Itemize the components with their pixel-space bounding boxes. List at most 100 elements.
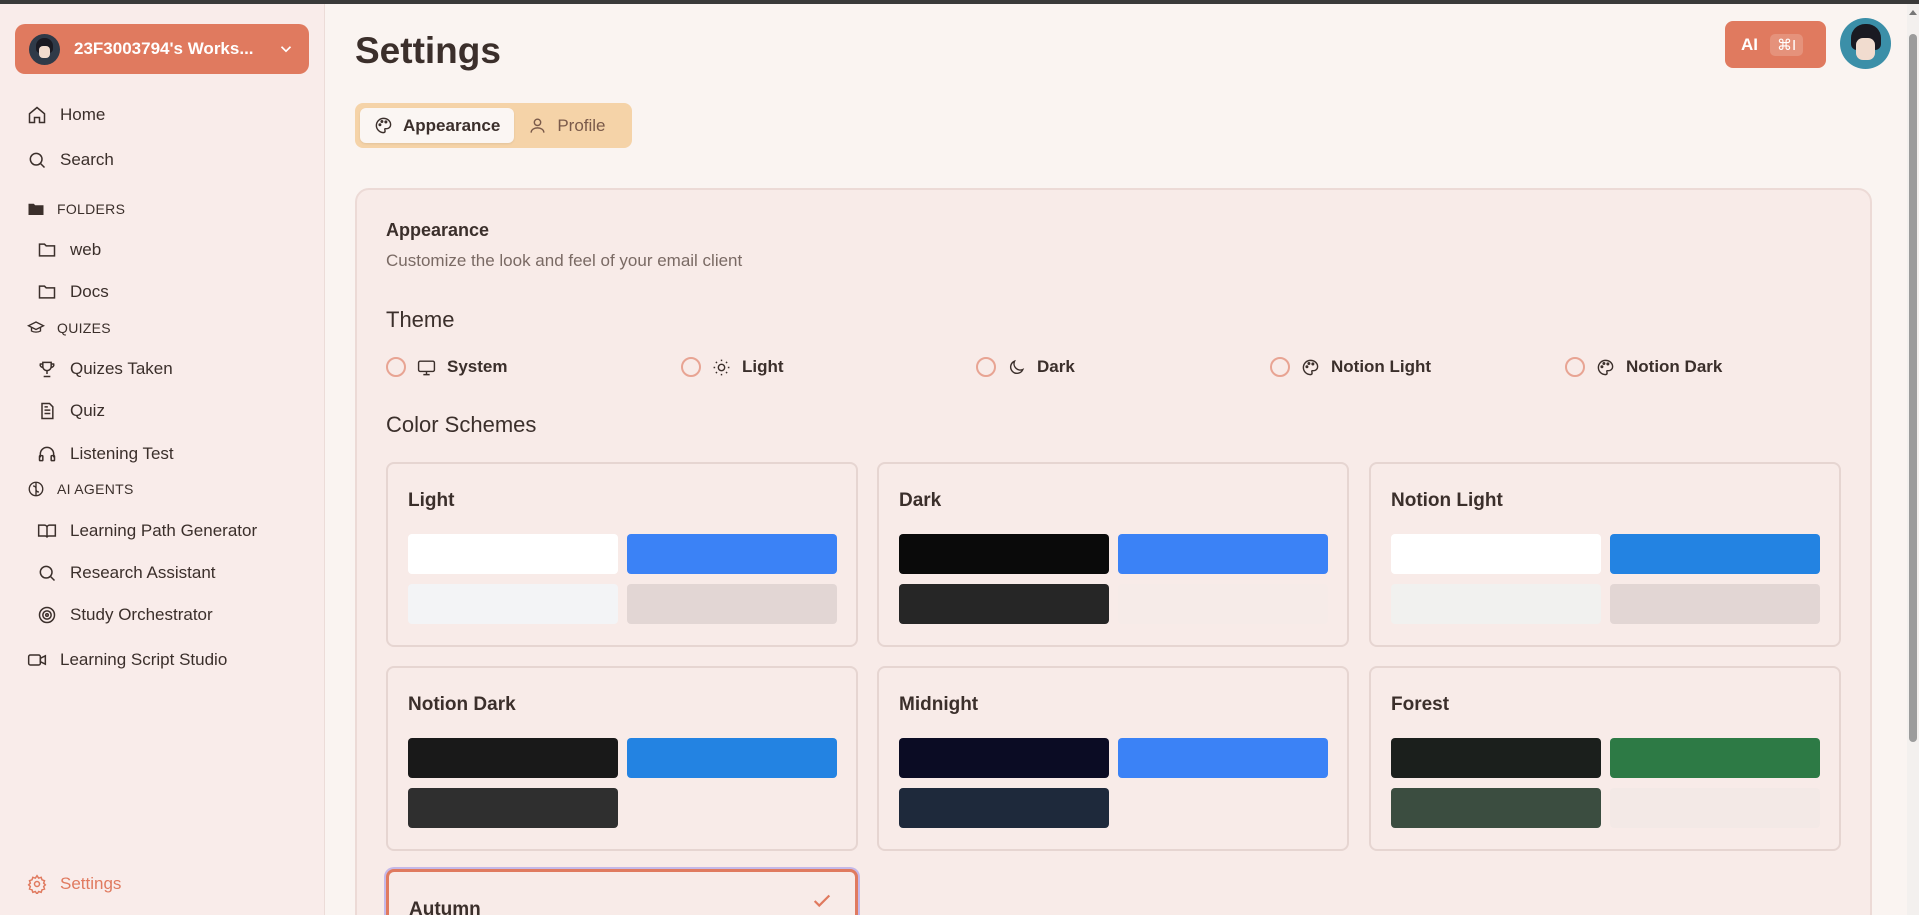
sidebar-item-settings[interactable]: Settings <box>27 874 121 894</box>
scrollbar[interactable] <box>1907 4 1919 915</box>
sidebar-item-label: Quiz <box>70 401 105 420</box>
sidebar-item-label: web <box>70 240 102 259</box>
target-icon <box>38 606 56 624</box>
sidebar-item-search[interactable]: Search <box>27 150 114 170</box>
settings-tabs: Appearance Profile <box>355 103 632 148</box>
color-swatch <box>1391 534 1601 574</box>
theme-option-notion-dark[interactable]: Notion Dark <box>1565 357 1722 377</box>
user-avatar[interactable] <box>1840 18 1891 69</box>
sidebar-item-listening-test[interactable]: Listening Test <box>37 444 174 464</box>
sidebar-item-study-orchestrator[interactable]: Study Orchestrator <box>37 605 213 625</box>
color-swatch <box>627 534 837 574</box>
palette-icon <box>1302 359 1319 375</box>
user-icon <box>530 118 545 133</box>
workspace-switcher[interactable]: 23F3003794's Works... <box>15 24 309 74</box>
color-swatch <box>899 738 1109 778</box>
theme-option-dark[interactable]: Dark <box>976 357 1075 377</box>
color-swatch <box>408 584 618 624</box>
workspace-name: 23F3003794's Works... <box>74 39 254 58</box>
color-swatch <box>1610 788 1820 828</box>
search-icon <box>29 152 46 169</box>
radio-button[interactable] <box>681 357 701 377</box>
sidebar-item-label: Docs <box>70 282 109 301</box>
color-swatch <box>1610 584 1820 624</box>
scheme-card-notion-light[interactable]: Notion Light <box>1369 462 1841 647</box>
sidebar-item-label: Settings <box>60 874 122 893</box>
scroll-up-arrow[interactable] <box>1909 10 1917 15</box>
sidebar-item-label: Listening Test <box>70 444 174 463</box>
sidebar-item-label: Quizes Taken <box>70 359 173 378</box>
folder-icon <box>38 243 56 257</box>
color-swatch <box>899 584 1109 624</box>
moon-icon <box>1010 359 1025 374</box>
folders-section-header: FOLDERS <box>27 200 125 218</box>
appearance-title: Appearance <box>386 220 490 240</box>
scheme-card-notion-dark[interactable]: Notion Dark <box>386 666 858 851</box>
color-swatch <box>627 584 837 624</box>
brain-icon <box>28 481 44 497</box>
headphones-icon <box>38 446 56 462</box>
tab-appearance[interactable]: Appearance <box>360 108 515 143</box>
sidebar-item-quizes-taken[interactable]: Quizes Taken <box>37 359 173 379</box>
sidebar-item-learning-path-generator[interactable]: Learning Path Generator <box>37 521 257 541</box>
search-icon <box>39 565 56 582</box>
palette-icon <box>375 117 392 134</box>
chevron-down-icon <box>280 46 292 53</box>
ai-assistant-button[interactable]: AI ⌘I <box>1725 21 1826 68</box>
color-swatch <box>1118 584 1328 624</box>
theme-option-light[interactable]: Light <box>681 357 784 377</box>
graduation-cap-icon <box>27 321 45 333</box>
color-schemes-heading: Color Schemes <box>386 412 537 437</box>
radio-button[interactable] <box>1270 357 1290 377</box>
radio-button[interactable] <box>976 357 996 377</box>
sidebar-item-label: Learning Script Studio <box>60 650 228 669</box>
radio-button[interactable] <box>1565 357 1585 377</box>
appearance-description: Customize the look and feel of your emai… <box>386 251 743 270</box>
sidebar: 23F3003794's Works... Home Search FOLDER… <box>0 4 325 915</box>
document-icon <box>41 402 54 420</box>
keyboard-shortcut-badge: ⌘I <box>1770 33 1804 56</box>
sidebar-item-research-assistant[interactable]: Research Assistant <box>37 563 216 583</box>
theme-option-system[interactable]: System <box>386 357 507 377</box>
sun-icon <box>713 359 730 375</box>
sidebar-item-learning-script-studio[interactable]: Learning Script Studio <box>27 650 227 670</box>
theme-option-notion-light[interactable]: Notion Light <box>1270 357 1431 377</box>
color-swatch <box>627 738 837 778</box>
gear-icon <box>27 874 47 894</box>
sidebar-item-label: Learning Path Generator <box>70 521 258 540</box>
trophy-icon <box>39 361 55 378</box>
scheme-card-dark[interactable]: Dark <box>877 462 1349 647</box>
palette-icon <box>1597 359 1614 375</box>
sidebar-item-folder-web[interactable]: web <box>37 240 101 260</box>
color-swatch <box>1391 788 1601 828</box>
radio-button[interactable] <box>386 357 406 377</box>
checkmark-icon <box>813 894 831 908</box>
tab-profile[interactable]: Profile <box>514 108 619 143</box>
monitor-icon <box>417 359 436 375</box>
sidebar-item-label: Study Orchestrator <box>70 605 213 624</box>
sidebar-item-home[interactable]: Home <box>27 105 105 125</box>
scheme-card-midnight[interactable]: Midnight <box>877 666 1349 851</box>
page-title: Settings <box>355 30 501 71</box>
video-camera-icon <box>27 654 47 666</box>
folder-icon <box>38 285 56 299</box>
scheme-card-light[interactable]: Light <box>386 462 858 647</box>
color-swatch <box>1610 534 1820 574</box>
color-swatch <box>1118 534 1328 574</box>
ai-button-label: AI <box>1741 34 1758 54</box>
scrollbar-thumb[interactable] <box>1909 34 1917 742</box>
color-swatch <box>408 738 618 778</box>
sidebar-item-label: Home <box>60 105 106 124</box>
sidebar-item-quiz[interactable]: Quiz <box>37 401 105 421</box>
scheme-card-autumn[interactable]: Autumn <box>386 869 858 915</box>
sidebar-item-folder-docs[interactable]: Docs <box>37 282 109 302</box>
color-swatch <box>1391 584 1601 624</box>
window-top-border <box>0 0 1919 4</box>
color-swatch <box>1118 738 1328 778</box>
home-icon <box>28 106 46 124</box>
ai-agents-section-header: AI AGENTS <box>27 480 134 498</box>
workspace-avatar <box>29 33 60 65</box>
folder-icon <box>28 203 44 215</box>
scheme-card-forest[interactable]: Forest <box>1369 666 1841 851</box>
sidebar-item-label: Research Assistant <box>70 563 216 582</box>
